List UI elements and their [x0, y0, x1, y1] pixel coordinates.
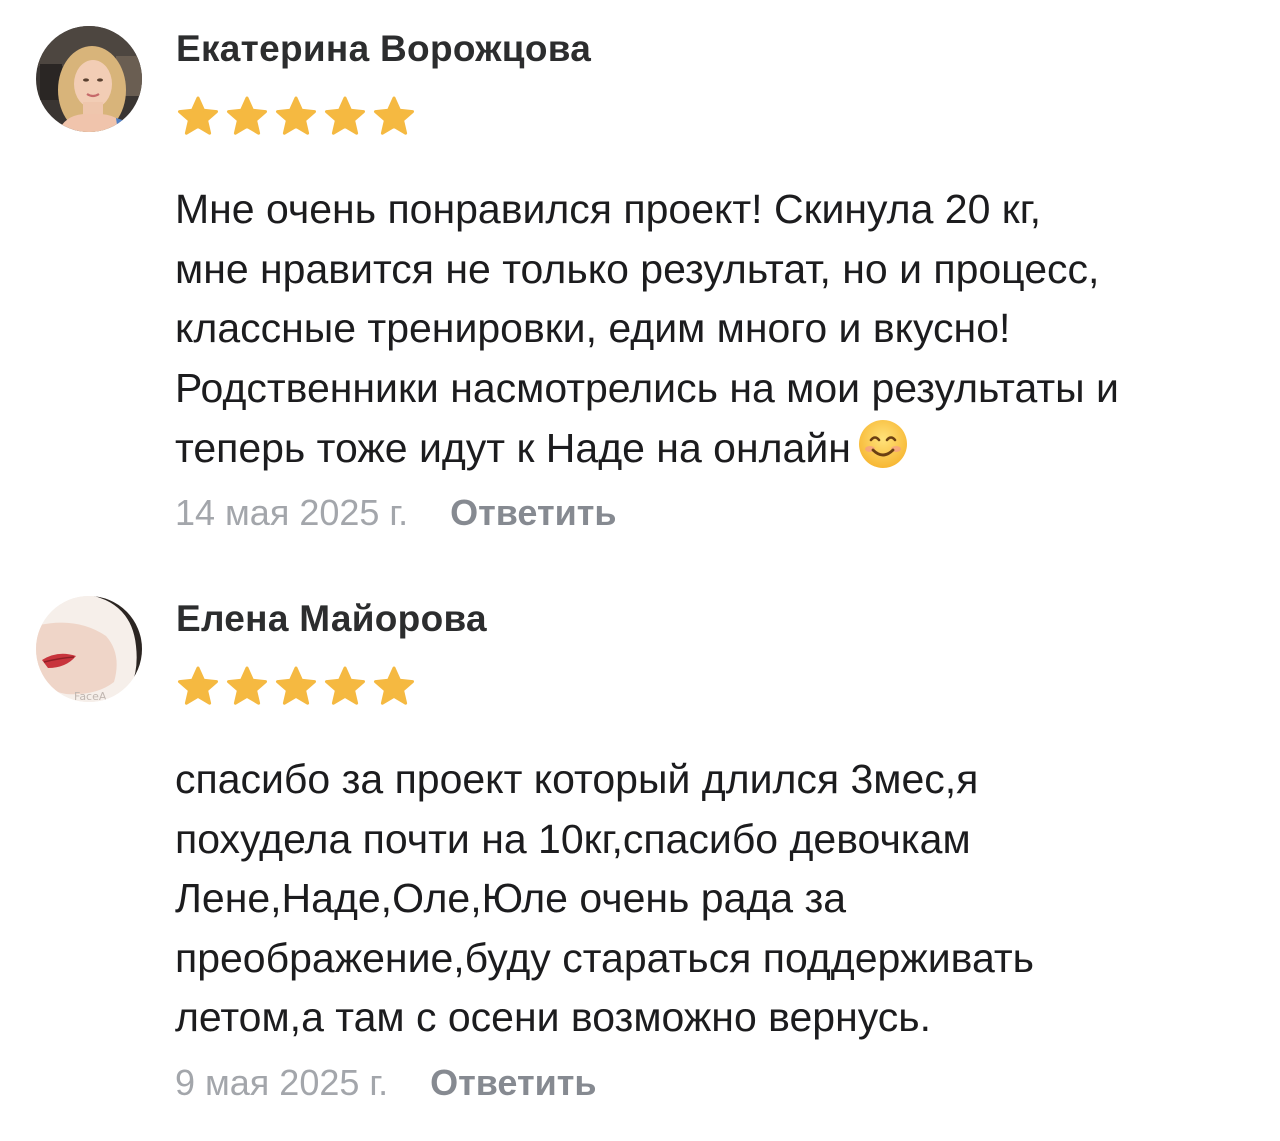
review-text-line: мне нравится не только результат, но и п… [175, 245, 1100, 292]
review-text-line: теперь тоже идут к Наде на онлайн [175, 425, 851, 471]
avatar[interactable]: FaceA [36, 596, 142, 702]
review-text-line: Родственники насмотрелись на мои результ… [175, 364, 1119, 411]
star-icon [325, 666, 365, 705]
review-text-line: Лене,Наде,Оле,Юле очень рада за [175, 875, 847, 921]
star-rating [174, 664, 418, 708]
svg-text:FaceA: FaceA [74, 690, 107, 702]
review-meta: 9 мая 2025 г. Ответить [175, 1058, 596, 1108]
review-text-line-last: теперь тоже идут к Наде на онлайн [175, 418, 1265, 479]
star-icon [374, 96, 414, 135]
avatar-photo: FaceA [36, 596, 142, 702]
review-card: Екатерина Ворожцова Мне очень понравился… [0, 0, 1280, 570]
reply-button[interactable]: Ответить [450, 492, 616, 534]
review-text-line: спасибо за проект который длился 3мес,я [175, 756, 979, 802]
review-meta: 14 мая 2025 г. Ответить [175, 488, 617, 538]
avatar[interactable] [36, 26, 142, 132]
review-card: FaceA Елена Майорова спасибо за проект к… [0, 570, 1280, 1141]
review-text: спасибо за проект который длился 3мес,я … [175, 750, 1265, 1048]
review-text: Мне очень понравился проект! Скинула 20 … [175, 180, 1265, 479]
reply-button[interactable]: Ответить [430, 1062, 596, 1104]
star-icon [178, 96, 218, 135]
review-text-line: классные тренировки, едим много и вкусно… [175, 305, 1011, 351]
review-text-line: летом,а там с осени возможно вернусь. [175, 994, 931, 1040]
star-icon [276, 666, 316, 705]
author-name[interactable]: Елена Майорова [176, 598, 487, 640]
author-name[interactable]: Екатерина Ворожцова [176, 28, 591, 70]
review-date: 9 мая 2025 г. [175, 1062, 389, 1103]
review-date: 14 мая 2025 г. [175, 492, 409, 533]
avatar-photo [36, 26, 142, 132]
star-icon [227, 666, 267, 705]
star-rating [174, 94, 418, 138]
star-icon [325, 96, 365, 135]
star-icon [374, 666, 414, 705]
star-icon [227, 96, 267, 135]
star-icon [178, 666, 218, 705]
smiling-face-emoji-icon [858, 420, 907, 468]
review-text-line: похудела почти на 10кг,спасибо девочкам [175, 815, 971, 862]
review-text-line: Мне очень понравился проект! Скинула 20 … [175, 186, 1042, 232]
review-text-line: преображение,буду стараться поддерживать [175, 934, 1034, 981]
star-icon [276, 96, 316, 135]
